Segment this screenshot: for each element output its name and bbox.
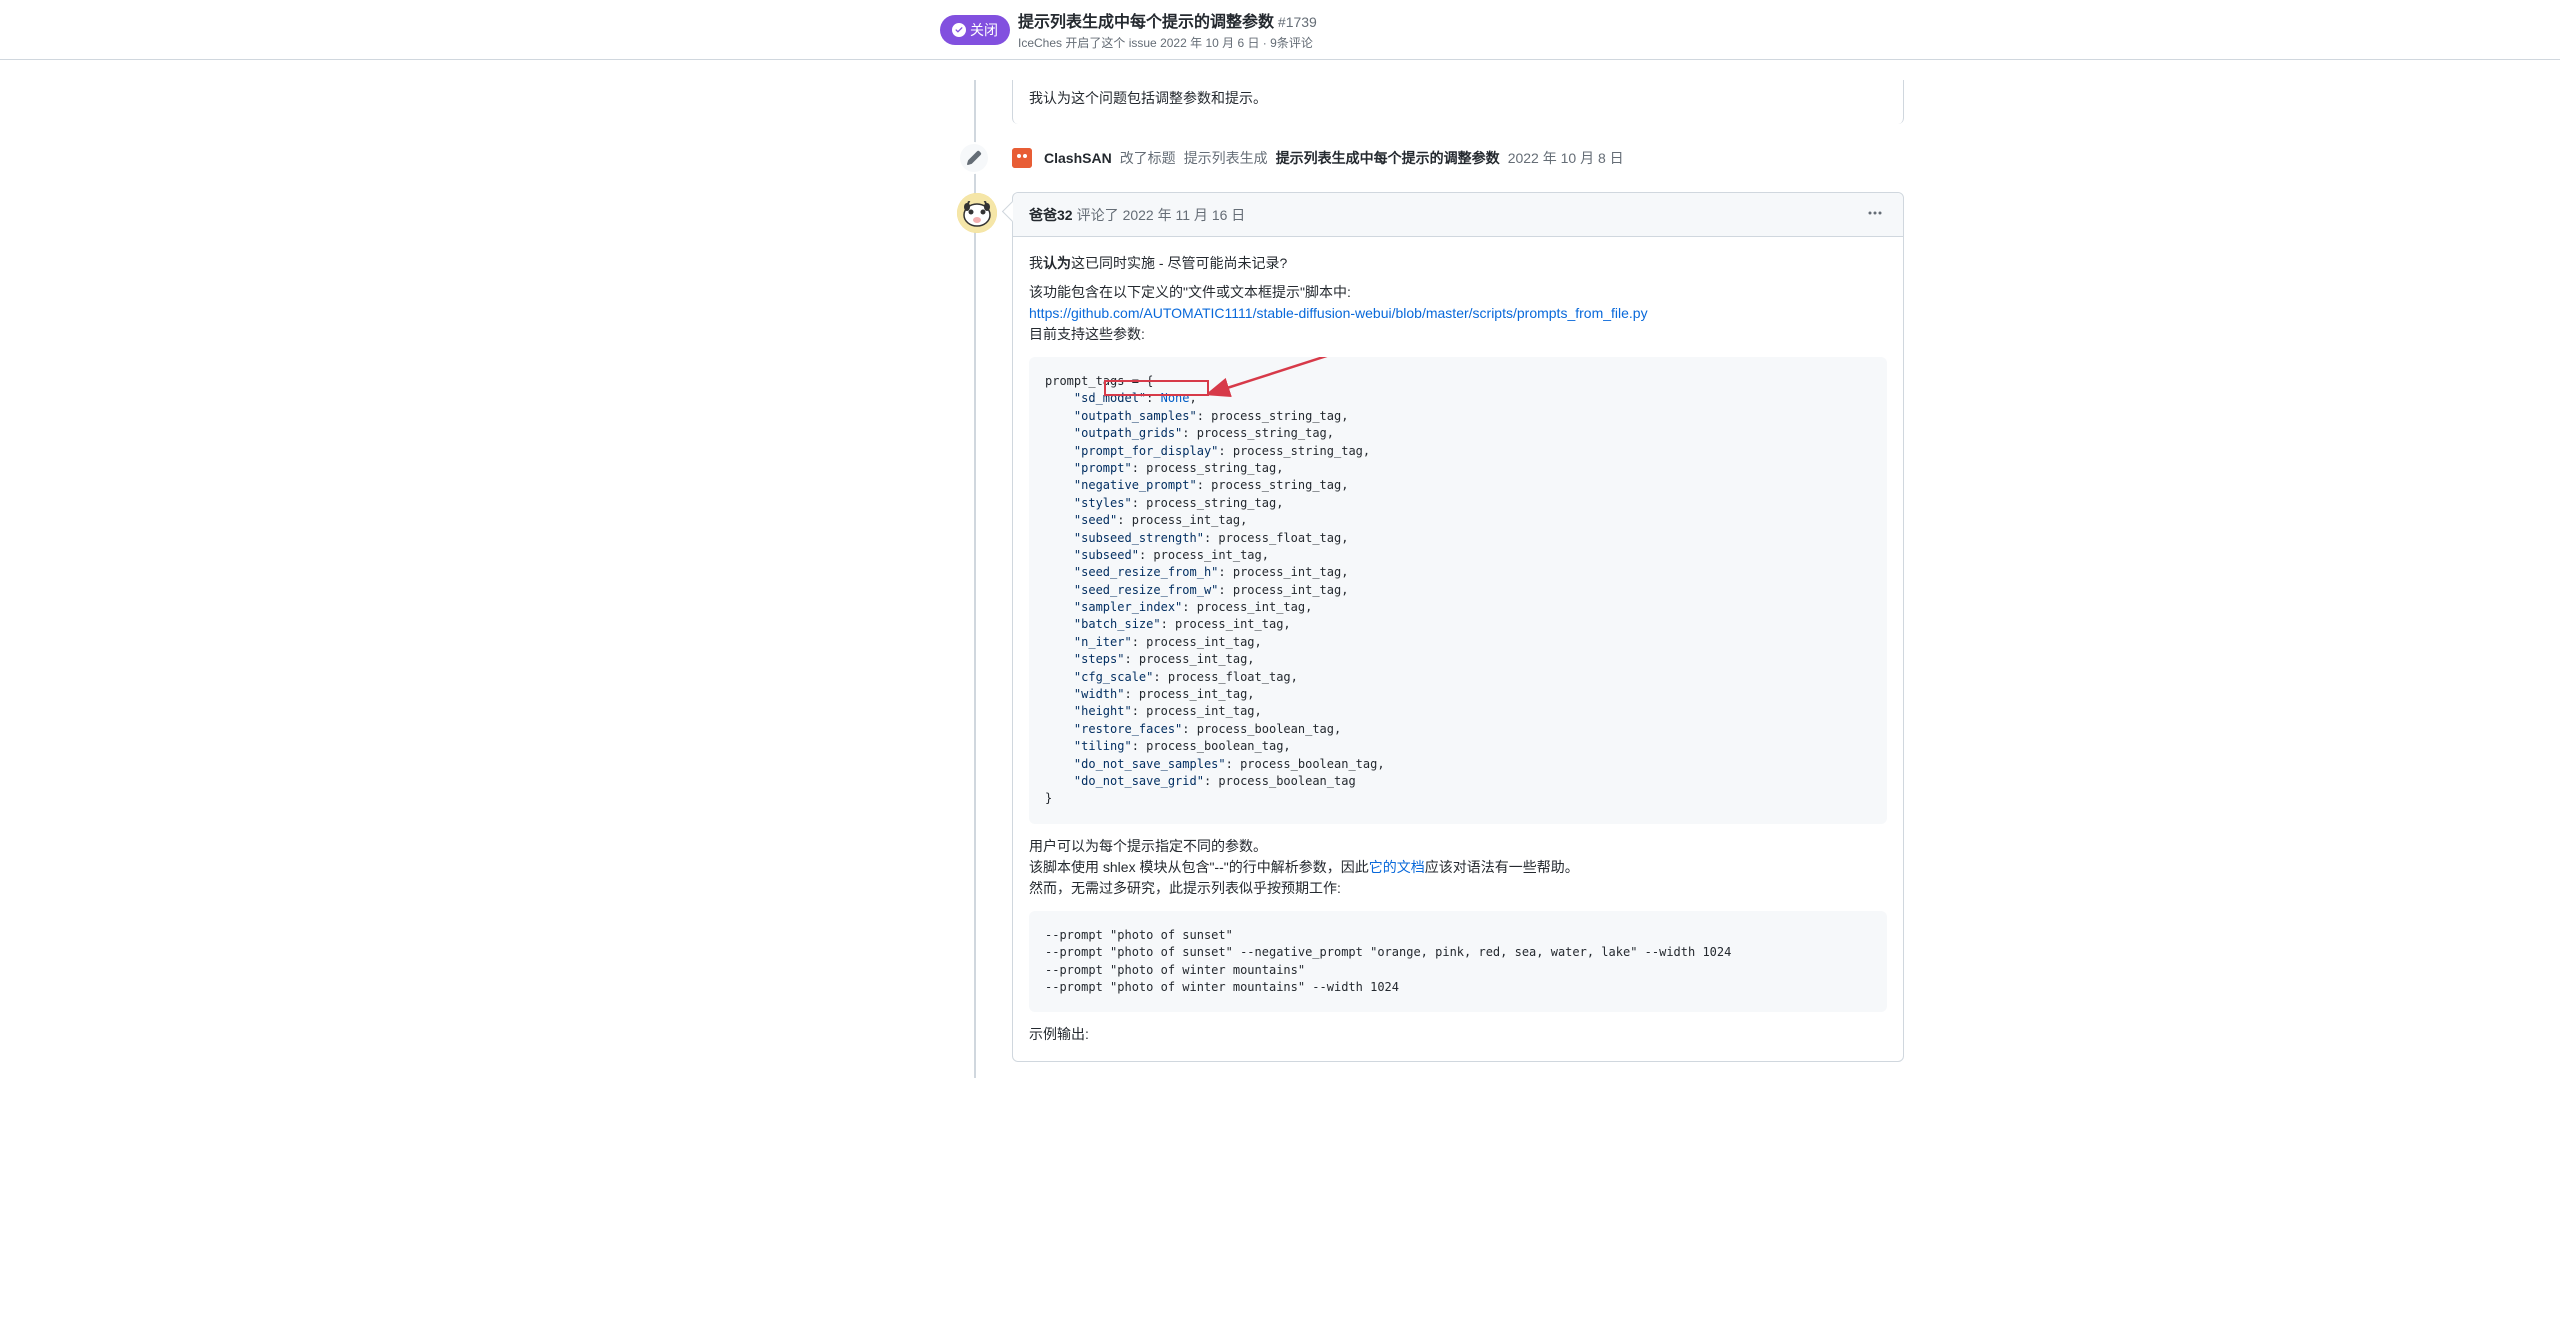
previous-comment-fragment: 我认为这个问题包括调整参数和提示。 xyxy=(1012,80,1904,124)
issue-title[interactable]: 提示列表生成中每个提示的调整参数 xyxy=(1018,14,1274,31)
pencil-icon xyxy=(958,142,990,174)
kebab-menu-icon[interactable] xyxy=(1863,201,1887,228)
status-badge-closed: 关闭 xyxy=(940,15,1010,45)
shlex-doc-link[interactable]: 它的文档 xyxy=(1369,859,1425,875)
comment-text: 我认为这个问题包括调整参数和提示。 xyxy=(1029,88,1887,108)
comment-date-link[interactable]: 2022 年 11 月 16 日 xyxy=(1123,205,1246,225)
comment-body: 我认为这已同时实施 - 尽管可能尚未记录? 该功能包含在以下定义的"文件或文本框… xyxy=(1013,237,1903,1061)
comment-author-link[interactable]: 爸爸32 xyxy=(1029,205,1073,225)
title-change-event: ClashSAN 改了标题 提示列表生成 提示列表生成中每个提示的调整参数 20… xyxy=(1012,140,1904,176)
code-block-prompt-tags[interactable]: prompt_tags = { "sd_model": None, "outpa… xyxy=(1029,357,1887,824)
check-circle-icon xyxy=(952,23,966,37)
avatar[interactable] xyxy=(957,193,997,233)
issue-number: #1739 xyxy=(1278,14,1317,30)
status-badge-label: 关闭 xyxy=(970,20,998,40)
script-link[interactable]: https://github.com/AUTOMATIC1111/stable-… xyxy=(1029,305,1648,321)
sticky-issue-header: 关闭 提示列表生成中每个提示的调整参数 #1739 IceChes 开启了这个 … xyxy=(0,0,2560,60)
comment-header: 爸爸32 评论了 2022 年 11 月 16 日 xyxy=(1013,193,1903,237)
issue-meta: IceChes 开启了这个 issue 2022 年 10 月 6 日 · 9条… xyxy=(1018,34,1317,51)
code-block-example-prompts[interactable]: --prompt "photo of sunset" --prompt "pho… xyxy=(1029,911,1887,1013)
comment: 爸爸32 评论了 2022 年 11 月 16 日 我认为这已同时实施 - 尽管… xyxy=(1012,192,1904,1062)
annotation-arrow-icon xyxy=(1209,357,1349,407)
event-user-link[interactable]: ClashSAN xyxy=(1044,150,1112,166)
mini-avatar[interactable] xyxy=(1012,148,1032,168)
